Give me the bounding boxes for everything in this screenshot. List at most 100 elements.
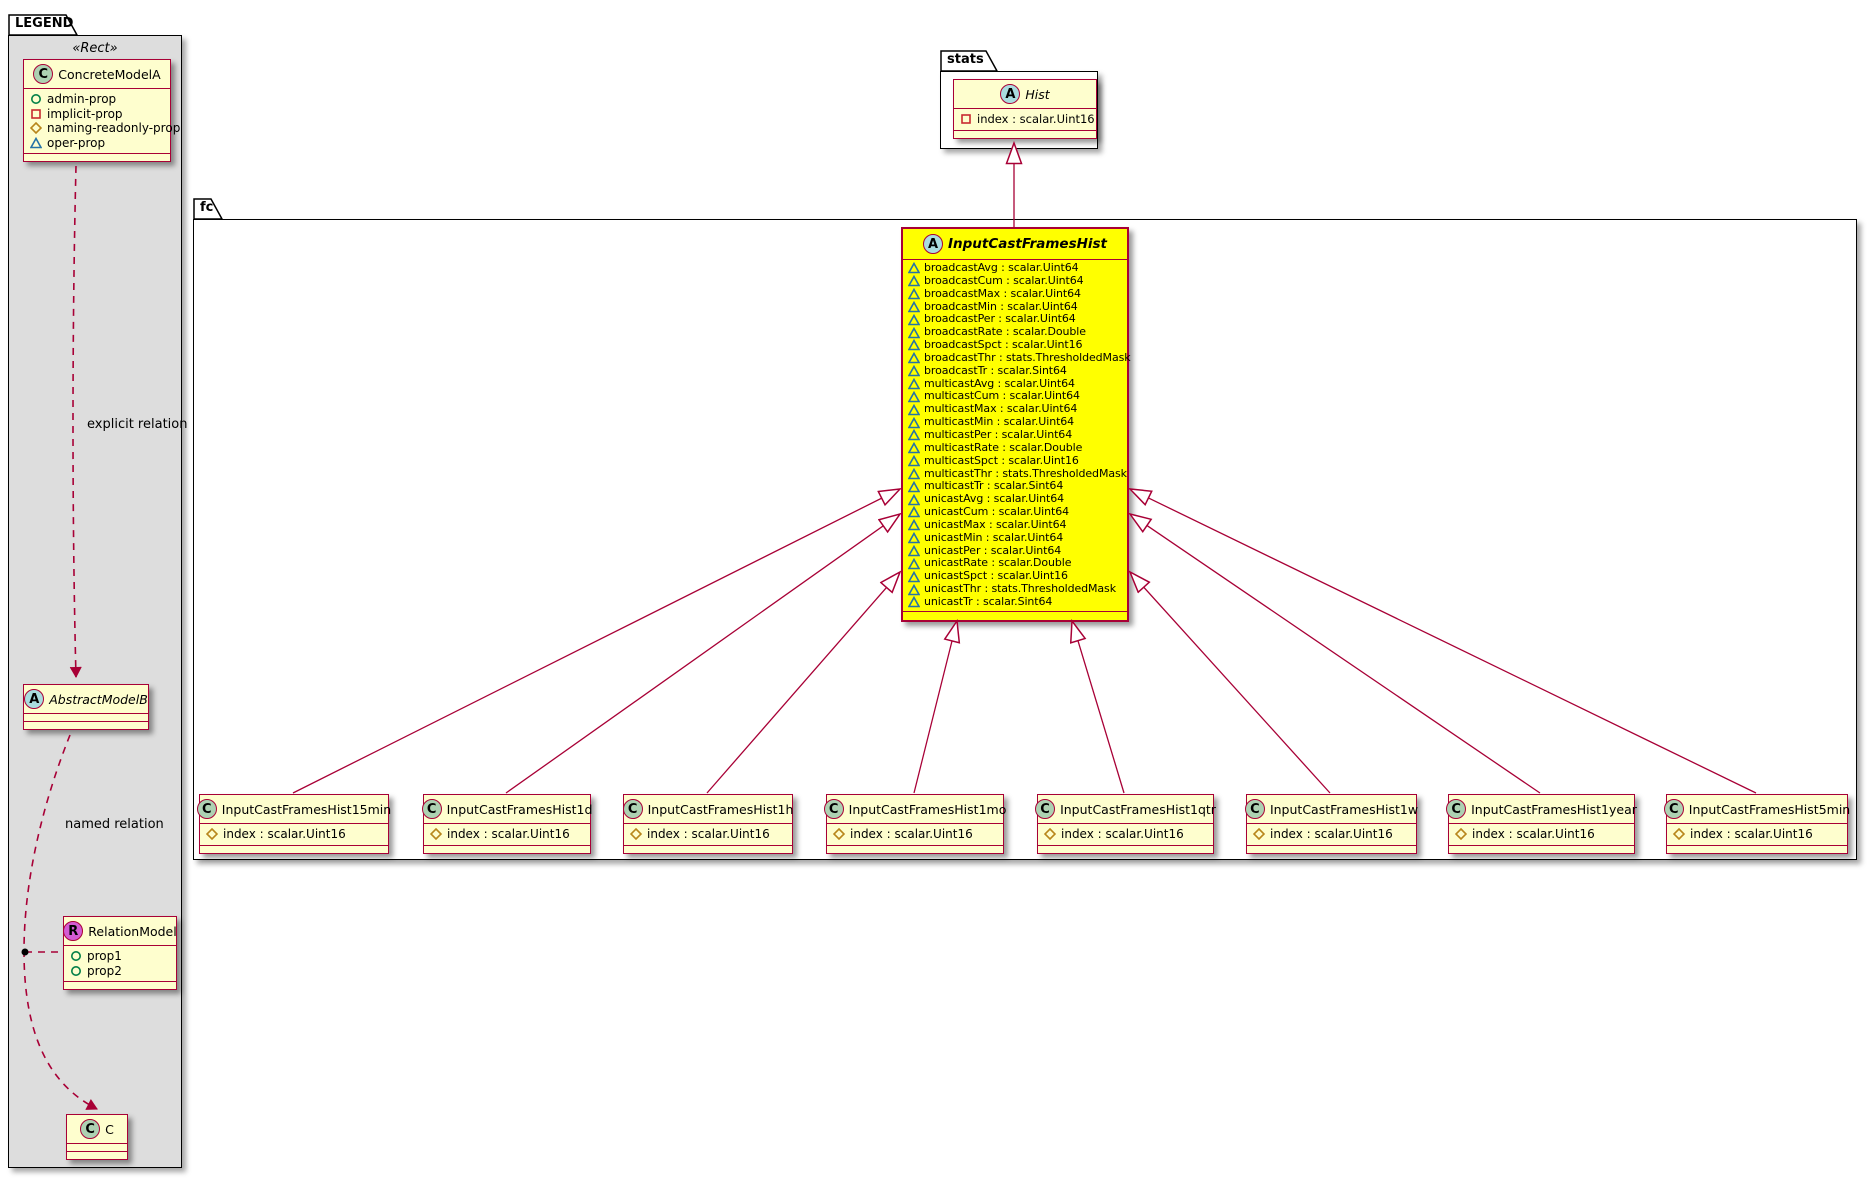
member-label: unicastCum : scalar.Uint64 <box>924 505 1070 519</box>
class-members: index : scalar.Uint16 <box>1038 823 1213 845</box>
diamond-icon <box>833 828 845 841</box>
class-name: InputCastFramesHist <box>947 236 1108 252</box>
triangle-icon <box>908 403 920 416</box>
member-label: prop1 <box>87 949 122 963</box>
class-input-cast-frames-hist-15min: C InputCastFramesHist15min index : scala… <box>196 794 392 854</box>
class-abstract-model-b: A AbstractModelB <box>23 684 149 730</box>
square-icon <box>960 113 972 125</box>
member-row: broadcastSpct : scalar.Uint16 <box>908 338 1122 352</box>
member-row: index : scalar.Uint16 <box>1455 827 1628 842</box>
member-label: multicastPer : scalar.Uint64 <box>924 427 1073 441</box>
triangle-icon <box>908 583 920 596</box>
triangle-icon <box>908 570 920 583</box>
member-row: prop2 <box>70 964 170 979</box>
class-name: InputCastFramesHist1qtr <box>1060 801 1216 817</box>
abstract-spot-icon: A <box>24 689 45 709</box>
abstract-spot-icon: A <box>1000 84 1021 104</box>
class-input-cast-frames-hist: A InputCastFramesHist broadcastAvg : sca… <box>901 227 1131 622</box>
class-name: ConcreteModelA <box>58 66 161 82</box>
member-row: multicastSpct : scalar.Uint16 <box>908 453 1122 468</box>
triangle-icon <box>908 429 920 441</box>
triangle-icon <box>908 326 920 339</box>
class-spot-icon: C <box>421 799 442 819</box>
member-row: index : scalar.Uint16 <box>206 827 382 842</box>
member-label: broadcastTr : scalar.Sint64 <box>924 363 1067 377</box>
square-icon <box>30 108 42 120</box>
stats-package-tab: stats <box>940 50 998 72</box>
class-relation-model: R RelationModel prop1 prop2 <box>63 916 177 990</box>
named-relation-label: named relation <box>65 817 164 832</box>
circle-icon <box>70 950 82 962</box>
triangle-icon <box>30 136 42 149</box>
member-row: unicastMax : scalar.Uint64 <box>908 518 1122 532</box>
stats-package-body: A Hist index : scalar.Uint16 <box>940 71 1098 149</box>
class-members: index : scalar.Uint16 <box>827 823 1003 845</box>
class-title: C ConcreteModelA <box>24 60 170 88</box>
diamond-icon <box>1673 828 1685 841</box>
class-title: R RelationModel <box>63 917 177 945</box>
fc-package-tab: fc <box>193 198 223 220</box>
member-row: admin-prop <box>30 92 164 107</box>
class-spot-icon: C <box>196 799 217 819</box>
class-name: InputCastFramesHist1year <box>1471 801 1637 817</box>
class-input-cast-frames-hist-1d: C InputCastFramesHist1d index : scalar.U… <box>421 794 592 854</box>
member-label: index : scalar.Uint16 <box>850 827 973 841</box>
class-title: C InputCastFramesHist5min <box>1663 795 1851 823</box>
member-row: index : scalar.Uint16 <box>1253 827 1410 842</box>
diamond-icon <box>1044 828 1056 841</box>
empty-compartment <box>1449 844 1634 853</box>
empty-compartment <box>67 1151 127 1159</box>
class-input-cast-frames-hist-1year: C InputCastFramesHist1year index : scala… <box>1446 794 1637 854</box>
class-title: C InputCastFramesHist1w <box>1244 795 1418 823</box>
member-row: naming-readonly-prop <box>30 121 180 136</box>
class-title: C InputCastFramesHist1h <box>622 795 793 823</box>
class-input-cast-frames-hist-5min: C InputCastFramesHist5min index : scalar… <box>1663 794 1851 854</box>
class-title: C C <box>67 1115 127 1143</box>
member-label: broadcastMax : scalar.Uint64 <box>924 286 1081 300</box>
relation-spot-icon: R <box>63 921 84 941</box>
triangle-icon <box>908 467 920 480</box>
member-row: broadcastTr : scalar.Sint64 <box>908 363 1122 378</box>
empty-compartment <box>1667 844 1847 853</box>
member-label: broadcastThr : stats.ThresholdedMask <box>924 350 1131 364</box>
class-input-cast-frames-hist-1h: C InputCastFramesHist1h index : scalar.U… <box>622 794 793 854</box>
triangle-icon <box>908 352 920 364</box>
class-members: index : scalar.Uint16 <box>624 823 792 845</box>
class-name: InputCastFramesHist5min <box>1688 801 1851 817</box>
class-name: InputCastFramesHist15min <box>221 801 392 817</box>
empty-compartment <box>424 844 590 853</box>
class-name: AbstractModelB <box>49 691 148 707</box>
member-label: multicastSpct : scalar.Uint16 <box>924 453 1079 467</box>
diamond-icon <box>206 828 218 841</box>
triangle-icon <box>908 390 920 403</box>
triangle-icon <box>908 532 920 544</box>
member-row: oper-prop <box>30 136 164 151</box>
member-label: broadcastSpct : scalar.Uint16 <box>924 338 1083 352</box>
empty-compartment <box>64 981 176 989</box>
member-label: index : scalar.Uint16 <box>1690 827 1813 841</box>
member-row: broadcastThr : stats.ThresholdedMask <box>908 351 1131 365</box>
legend-package-body: «Rect» C ConcreteModelA admin-prop impli… <box>8 35 187 1168</box>
triangle-icon <box>908 262 920 274</box>
empty-compartment <box>67 1143 127 1151</box>
member-label: implicit-prop <box>47 106 123 121</box>
member-row: unicastMin : scalar.Uint64 <box>908 531 1122 545</box>
circle-icon <box>70 965 82 977</box>
explicit-relation-label: explicit relation <box>87 417 188 432</box>
triangle-icon <box>908 480 920 493</box>
uml-class-diagram: { "legend": { "title": "LEGEND", "stereo… <box>0 0 1874 1179</box>
member-row: broadcastAvg : scalar.Uint64 <box>908 261 1122 275</box>
circle-icon <box>30 93 42 105</box>
empty-compartment <box>624 844 792 853</box>
member-label: index : scalar.Uint16 <box>1061 827 1184 841</box>
member-label: multicastRate : scalar.Double <box>924 440 1083 454</box>
triangle-icon <box>908 275 920 287</box>
class-c: C C <box>66 1114 128 1160</box>
empty-compartment <box>1247 844 1416 853</box>
member-row: index : scalar.Uint16 <box>1044 827 1207 842</box>
member-label: index : scalar.Uint16 <box>223 827 346 841</box>
diamond-icon <box>630 828 642 841</box>
member-label: broadcastCum : scalar.Uint64 <box>924 273 1084 287</box>
triangle-icon <box>908 596 920 608</box>
empty-compartment <box>903 610 1127 620</box>
